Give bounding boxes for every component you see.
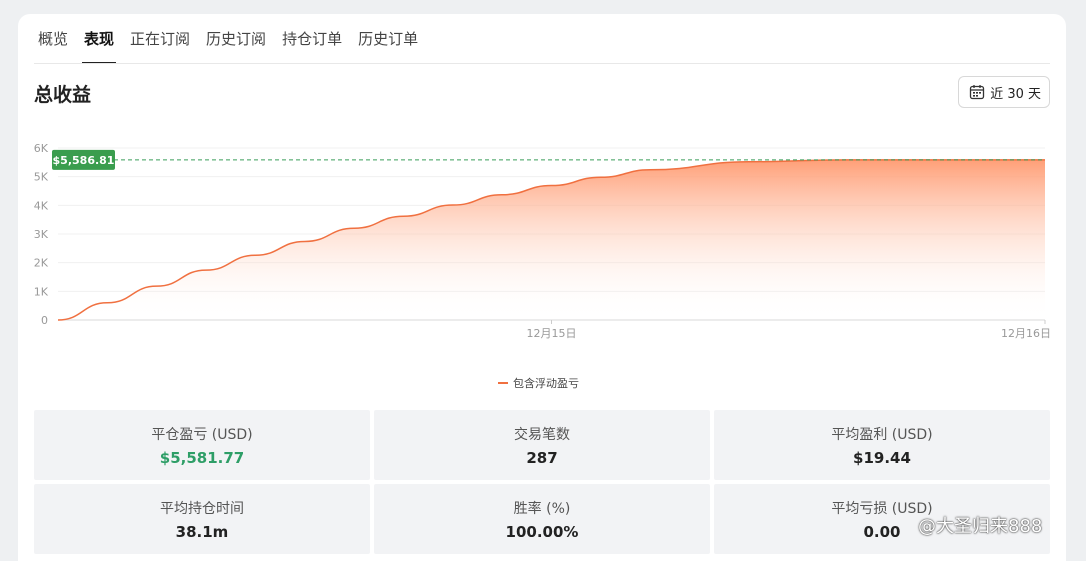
y-tick-label: 2K [34,257,49,270]
x-tick-label: 12月15日 [527,327,577,340]
y-tick-label: 1K [34,285,49,298]
stat-value: 38.1m [175,522,229,541]
stat-average-profit: 平均盈利 (USD) $19.44 [714,410,1050,480]
y-tick-label: 0 [41,314,48,327]
stat-average-holding-time: 平均持仓时间 38.1m [34,484,370,554]
legend-label: 包含浮动盈亏 [513,377,579,390]
y-tick-label: 5K [34,171,49,184]
current-value-label: $5,586.81 [53,154,115,167]
stat-value: 0.00 [863,522,901,541]
performance-card: 概览 表现 正在订阅 历史订阅 持仓订单 历史订单 总收益 近 30 天 0 1K… [18,14,1066,561]
stat-closed-pnl: 平仓盈亏 (USD) $5,581.77 [34,410,370,480]
stat-value: 287 [526,448,558,467]
stat-value: $5,581.77 [159,448,245,467]
stat-label: 平均盈利 (USD) [831,426,933,443]
y-tick-label: 4K [34,199,49,212]
series-area [58,159,1045,320]
x-tick-label: 12月16日 [1001,327,1051,340]
stat-label: 交易笔数 [514,426,570,443]
stats-grid: 平仓盈亏 (USD) $5,581.77 交易笔数 287 平均盈利 (USD)… [34,410,1050,554]
y-tick-label: 3K [34,228,49,241]
stat-label: 平均持仓时间 [160,500,244,517]
total-pnl-chart: 0 1K 2K 3K 4K 5K 6K 12月15日 12月16日 $5,586.81 [34,142,1051,340]
legend-line-swatch [498,382,508,384]
stat-value: $19.44 [853,448,911,467]
stat-label: 胜率 (%) [513,500,571,517]
stat-value: 100.00% [505,522,579,541]
stat-win-rate: 胜率 (%) 100.00% [374,484,710,554]
stat-label: 平仓盈亏 (USD) [151,426,253,443]
chart-legend[interactable]: 包含浮动盈亏 [498,375,579,391]
y-tick-label: 6K [34,142,49,155]
watermark-text: @大圣归来888 [918,516,1043,537]
watermark: @大圣归来888 [918,512,1042,538]
stat-trade-count: 交易笔数 287 [374,410,710,480]
